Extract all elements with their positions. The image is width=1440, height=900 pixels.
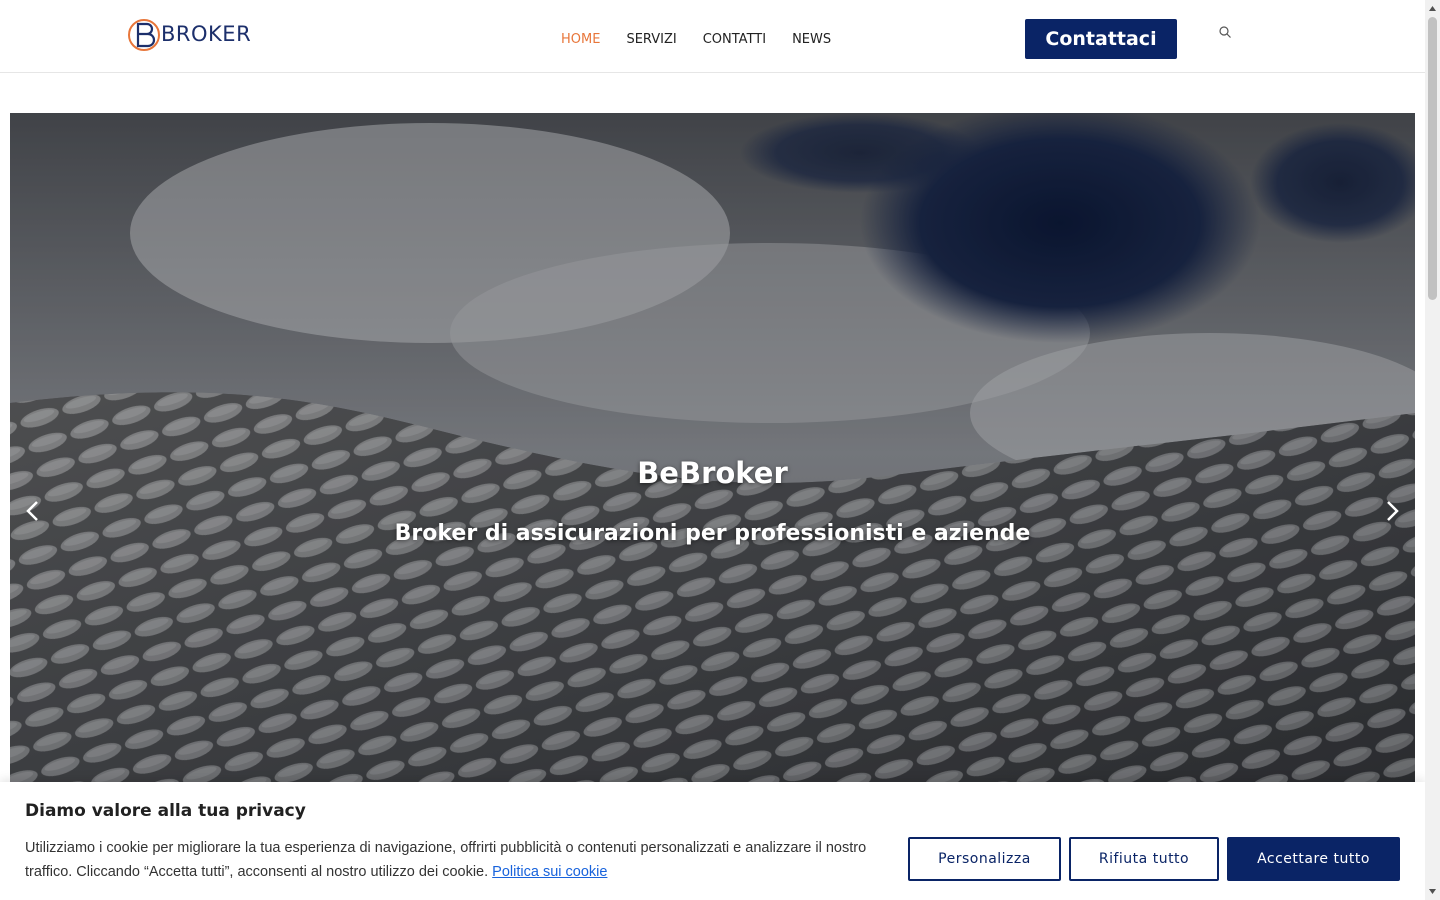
- page-scrollbar[interactable]: [1425, 0, 1440, 900]
- nav-item-news[interactable]: NEWS: [792, 32, 831, 47]
- site-header: BROKER HOME SERVIZI CONTATTI NEWS Contat…: [0, 0, 1425, 73]
- slider-prev-arrow-icon[interactable]: [22, 498, 44, 524]
- customize-button[interactable]: Personalizza: [908, 837, 1061, 881]
- brand-logo[interactable]: BROKER: [127, 14, 277, 54]
- cookie-description: Utilizziamo i cookie per migliorare la t…: [25, 840, 867, 880]
- main-nav: HOME SERVIZI CONTATTI NEWS: [561, 32, 857, 47]
- cookie-policy-link[interactable]: Politica sui cookie: [492, 864, 607, 880]
- cookie-text: Utilizziamo i cookie per migliorare la t…: [25, 836, 895, 884]
- scrollbar-thumb[interactable]: [1428, 17, 1437, 300]
- hero-subtitle: Broker di assicurazioni per professionis…: [394, 521, 1031, 546]
- hero-title: BeBroker: [637, 456, 788, 490]
- nav-item-home[interactable]: HOME: [561, 32, 600, 47]
- accept-all-button[interactable]: Accettare tutto: [1227, 837, 1400, 881]
- logo-mark-icon: [128, 19, 160, 51]
- scroll-up-arrow-icon[interactable]: [1428, 4, 1437, 13]
- cookie-title: Diamo valore alla tua privacy: [25, 801, 306, 821]
- search-icon[interactable]: [1218, 25, 1232, 39]
- scroll-down-arrow-icon[interactable]: [1428, 887, 1437, 896]
- logo-text: BROKER: [161, 22, 252, 46]
- slider-next-arrow-icon[interactable]: [1381, 498, 1403, 524]
- nav-item-servizi[interactable]: SERVIZI: [626, 32, 676, 47]
- cookie-banner: Diamo valore alla tua privacy Utilizziam…: [0, 782, 1425, 900]
- nav-item-contatti[interactable]: CONTATTI: [703, 32, 766, 47]
- hero-slider: BeBroker Broker di assicurazioni per pro…: [10, 113, 1415, 793]
- hero-background-image: [10, 113, 1415, 793]
- contact-button[interactable]: Contattaci: [1025, 19, 1177, 59]
- reject-all-button[interactable]: Rifiuta tutto: [1069, 837, 1219, 881]
